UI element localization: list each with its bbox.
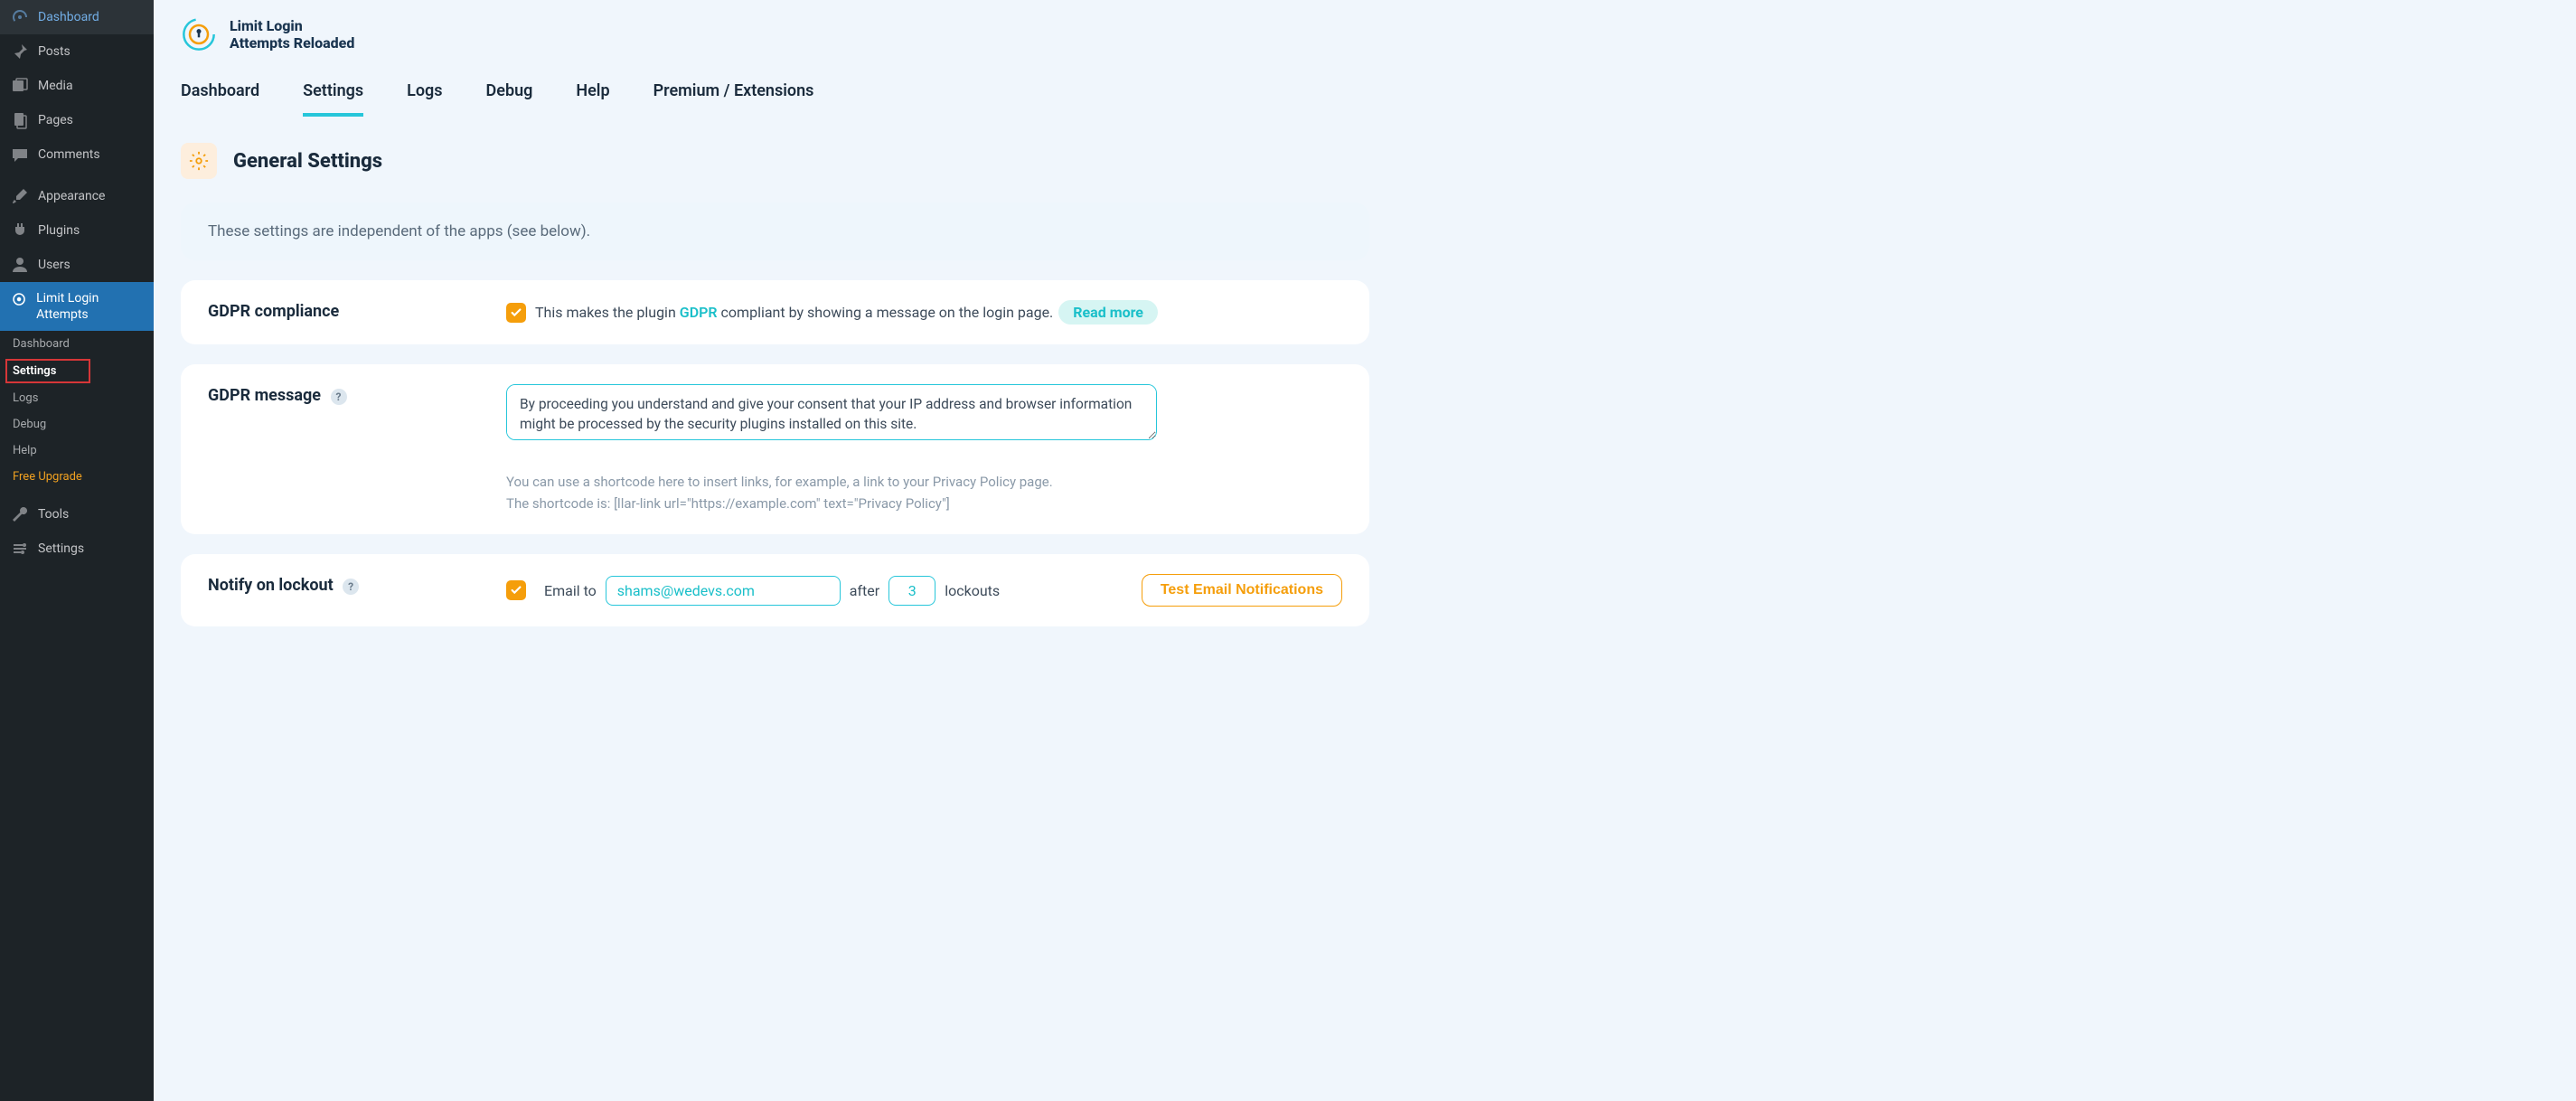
sidebar-item-label: Settings <box>38 541 84 556</box>
notify-count-input[interactable] <box>888 576 935 606</box>
sidebar-item-label: Media <box>38 79 73 93</box>
brush-icon <box>11 187 29 205</box>
sidebar-item-label: Limit Login Attempts <box>36 290 143 323</box>
pages-icon <box>11 111 29 129</box>
comments-icon <box>11 146 29 164</box>
sidebar-item-tools[interactable]: Tools <box>0 497 154 532</box>
sidebar-subitem-dashboard[interactable]: Dashboard <box>0 331 154 357</box>
plug-icon <box>11 221 29 240</box>
user-icon <box>11 256 29 274</box>
sidebar-item-posts[interactable]: Posts <box>0 34 154 69</box>
gdpr-message-label: GDPR message ? <box>208 384 479 405</box>
plugin-logo-icon <box>181 16 217 52</box>
email-to-word: Email to <box>544 582 597 599</box>
notify-email-checkbox[interactable] <box>506 580 526 600</box>
sidebar-item-media[interactable]: Media <box>0 69 154 103</box>
test-email-button[interactable]: Test Email Notifications <box>1142 574 1342 607</box>
plugin-tabs: Dashboard Settings Logs Debug Help Premium / … <box>181 74 1369 118</box>
info-card: These settings are independent of the ap… <box>181 202 1369 260</box>
notify-lockout-label: Notify on lockout ? <box>208 574 479 595</box>
notify-email-input[interactable] <box>606 576 841 606</box>
tab-dashboard[interactable]: Dashboard <box>181 74 259 117</box>
gear-icon <box>181 143 217 179</box>
sidebar-subitem-logs[interactable]: Logs <box>0 385 154 411</box>
sidebar-item-label: Pages <box>38 113 73 127</box>
sidebar-item-label: Tools <box>38 507 69 522</box>
llar-icon <box>11 290 27 308</box>
sidebar-subitem-free-upgrade[interactable]: Free Upgrade <box>0 464 154 490</box>
sidebar-item-comments[interactable]: Comments <box>0 137 154 172</box>
pin-icon <box>11 42 29 61</box>
gdpr-message-card: GDPR message ? You can use a shortcode h… <box>181 364 1369 534</box>
sidebar-subitem-settings[interactable]: Settings <box>5 359 90 383</box>
tab-premium-extensions[interactable]: Premium / Extensions <box>653 74 814 117</box>
sidebar-item-label: Dashboard <box>38 10 99 24</box>
tab-settings[interactable]: Settings <box>303 74 363 117</box>
help-icon[interactable]: ? <box>343 579 359 595</box>
gdpr-compliance-label: GDPR compliance <box>208 300 479 321</box>
sidebar-item-pages[interactable]: Pages <box>0 103 154 137</box>
lockouts-word: lockouts <box>945 582 1000 599</box>
plugin-title: Limit Login Attempts Reloaded <box>230 17 354 52</box>
sidebar-item-limit-login-attempts[interactable]: Limit Login Attempts <box>0 282 154 331</box>
gdpr-message-textarea[interactable] <box>506 384 1157 440</box>
read-more-pill[interactable]: Read more <box>1058 300 1158 325</box>
wrench-icon <box>11 505 29 523</box>
tab-debug[interactable]: Debug <box>486 74 533 117</box>
gdpr-message-hint: You can use a shortcode here to insert l… <box>506 471 1157 514</box>
sidebar-item-label: Posts <box>38 44 71 59</box>
dashboard-icon <box>11 8 29 26</box>
sidebar-item-dashboard[interactable]: Dashboard <box>0 0 154 34</box>
media-icon <box>11 77 29 95</box>
sidebar-item-settings[interactable]: Settings <box>0 532 154 566</box>
info-text: These settings are independent of the ap… <box>208 222 1342 240</box>
plugin-header: Limit Login Attempts Reloaded <box>181 16 1369 52</box>
section-heading: General Settings <box>233 150 382 173</box>
notify-lockout-card: Notify on lockout ? Email to after locko… <box>181 554 1369 626</box>
tab-help[interactable]: Help <box>576 74 609 117</box>
sidebar-subitem-help[interactable]: Help <box>0 438 154 464</box>
help-icon[interactable]: ? <box>331 389 347 405</box>
wp-admin-sidebar: Dashboard Posts Media Pages Comments Appeara… <box>0 0 154 1101</box>
gdpr-compliance-checkbox[interactable] <box>506 303 526 323</box>
sliders-icon <box>11 540 29 558</box>
sidebar-subitem-debug[interactable]: Debug <box>0 411 154 438</box>
gdpr-compliance-card: GDPR compliance This makes the plugin GD… <box>181 280 1369 344</box>
after-word: after <box>850 582 879 599</box>
sidebar-item-users[interactable]: Users <box>0 248 154 282</box>
tab-logs[interactable]: Logs <box>407 74 442 117</box>
gdpr-desc-text: compliant by showing a message on the lo… <box>721 304 1054 321</box>
sidebar-item-label: Appearance <box>38 189 105 203</box>
sidebar-item-plugins[interactable]: Plugins <box>0 213 154 248</box>
sidebar-item-label: Plugins <box>38 223 80 238</box>
plugin-main: Limit Login Attempts Reloaded Dashboard S… <box>154 0 1415 1101</box>
gdpr-link[interactable]: GDPR <box>680 304 718 321</box>
sidebar-item-label: Users <box>38 258 71 272</box>
gdpr-desc-text: This makes the plugin <box>535 304 676 321</box>
sidebar-item-appearance[interactable]: Appearance <box>0 179 154 213</box>
sidebar-item-label: Comments <box>38 147 100 162</box>
